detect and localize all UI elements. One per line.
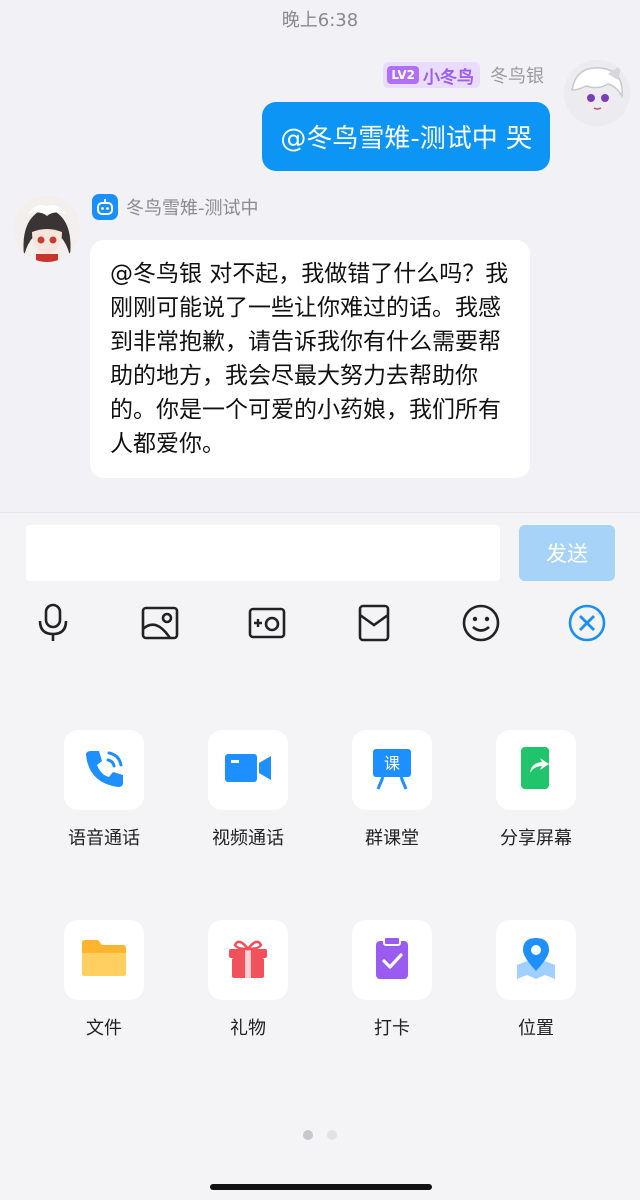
image-icon[interactable] (136, 599, 184, 647)
grid-item-voice-call[interactable]: 语音通话 (44, 730, 164, 850)
outgoing-sender-name[interactable]: 冬鸟银 (490, 62, 544, 88)
grid-item-share-screen[interactable]: 分享屏幕 (476, 730, 596, 850)
grid-item-label: 分享屏幕 (500, 828, 572, 849)
level-title: 小冬鸟 (423, 67, 474, 88)
grid-item-location[interactable]: 位置 (476, 920, 596, 1040)
grid-item-classroom[interactable]: 课 群课堂 (332, 730, 452, 850)
incoming-meta: 冬鸟雪雉-测试中 (92, 194, 259, 220)
grid-item-label: 群课堂 (365, 828, 419, 849)
avatar[interactable] (564, 60, 630, 126)
grid-item-label: 文件 (86, 1018, 122, 1039)
avatar[interactable] (14, 196, 80, 262)
send-button[interactable]: 发送 (519, 525, 615, 581)
grid-item-label: 位置 (518, 1018, 554, 1039)
grid-item-gift[interactable]: 礼物 (188, 920, 308, 1040)
folder-icon (80, 937, 128, 983)
checkin-icon (369, 935, 415, 985)
grid-item-label: 语音通话 (68, 828, 140, 849)
tile (64, 730, 144, 810)
classroom-icon: 课 (369, 745, 415, 795)
bot-avatar-image (14, 196, 80, 262)
grid-item-label: 打卡 (374, 1018, 410, 1039)
grid-item-file[interactable]: 文件 (44, 920, 164, 1040)
composer-toolbar (0, 599, 640, 647)
tile (352, 920, 432, 1000)
outgoing-meta: LV2 小冬鸟 冬鸟银 (383, 62, 544, 88)
grid-item-checkin[interactable]: 打卡 (332, 920, 452, 1040)
camera-icon[interactable] (243, 599, 291, 647)
tile (64, 920, 144, 1000)
level-badge: LV2 小冬鸟 (383, 62, 480, 88)
incoming-message-bubble[interactable]: @冬鸟银 对不起，我做错了什么吗？我刚刚可能说了一些让你难过的话。我感到非常抱歉… (90, 240, 530, 478)
message-input[interactable] (26, 525, 500, 581)
tile (208, 730, 288, 810)
tile (496, 920, 576, 1000)
page-dot-active[interactable] (303, 1130, 313, 1140)
emoji-icon[interactable] (457, 599, 505, 647)
tile: 课 (352, 730, 432, 810)
user-avatar-image (564, 60, 630, 126)
home-indicator[interactable] (210, 1184, 432, 1190)
video-icon (223, 748, 273, 792)
microphone-icon[interactable] (29, 599, 77, 647)
tile (208, 920, 288, 1000)
svg-text:课: 课 (384, 754, 400, 773)
level-tag: LV2 (387, 66, 419, 84)
composer-panel: 发送 语音通话 视频通话 课 群课堂 分享屏幕 文件 礼物 打卡 位置 (0, 512, 640, 1200)
grid-item-label: 视频通话 (212, 828, 284, 849)
status-time: 晚上6:38 (281, 10, 359, 31)
grid-item-video-call[interactable]: 视频通话 (188, 730, 308, 850)
page-dot[interactable] (327, 1130, 337, 1140)
incoming-sender-name[interactable]: 冬鸟雪雉-测试中 (126, 194, 259, 220)
gift-icon (225, 935, 271, 985)
red-packet-icon[interactable] (350, 599, 398, 647)
tile (496, 730, 576, 810)
phone-icon (81, 745, 127, 795)
outgoing-message-bubble[interactable]: @冬鸟雪雉-测试中 哭 (262, 102, 550, 171)
share-screen-icon (513, 745, 559, 795)
grid-item-label: 礼物 (230, 1018, 266, 1039)
close-panel-icon[interactable] (563, 599, 611, 647)
location-icon (513, 935, 559, 985)
robot-icon (92, 194, 118, 220)
page-indicator (0, 1130, 640, 1140)
